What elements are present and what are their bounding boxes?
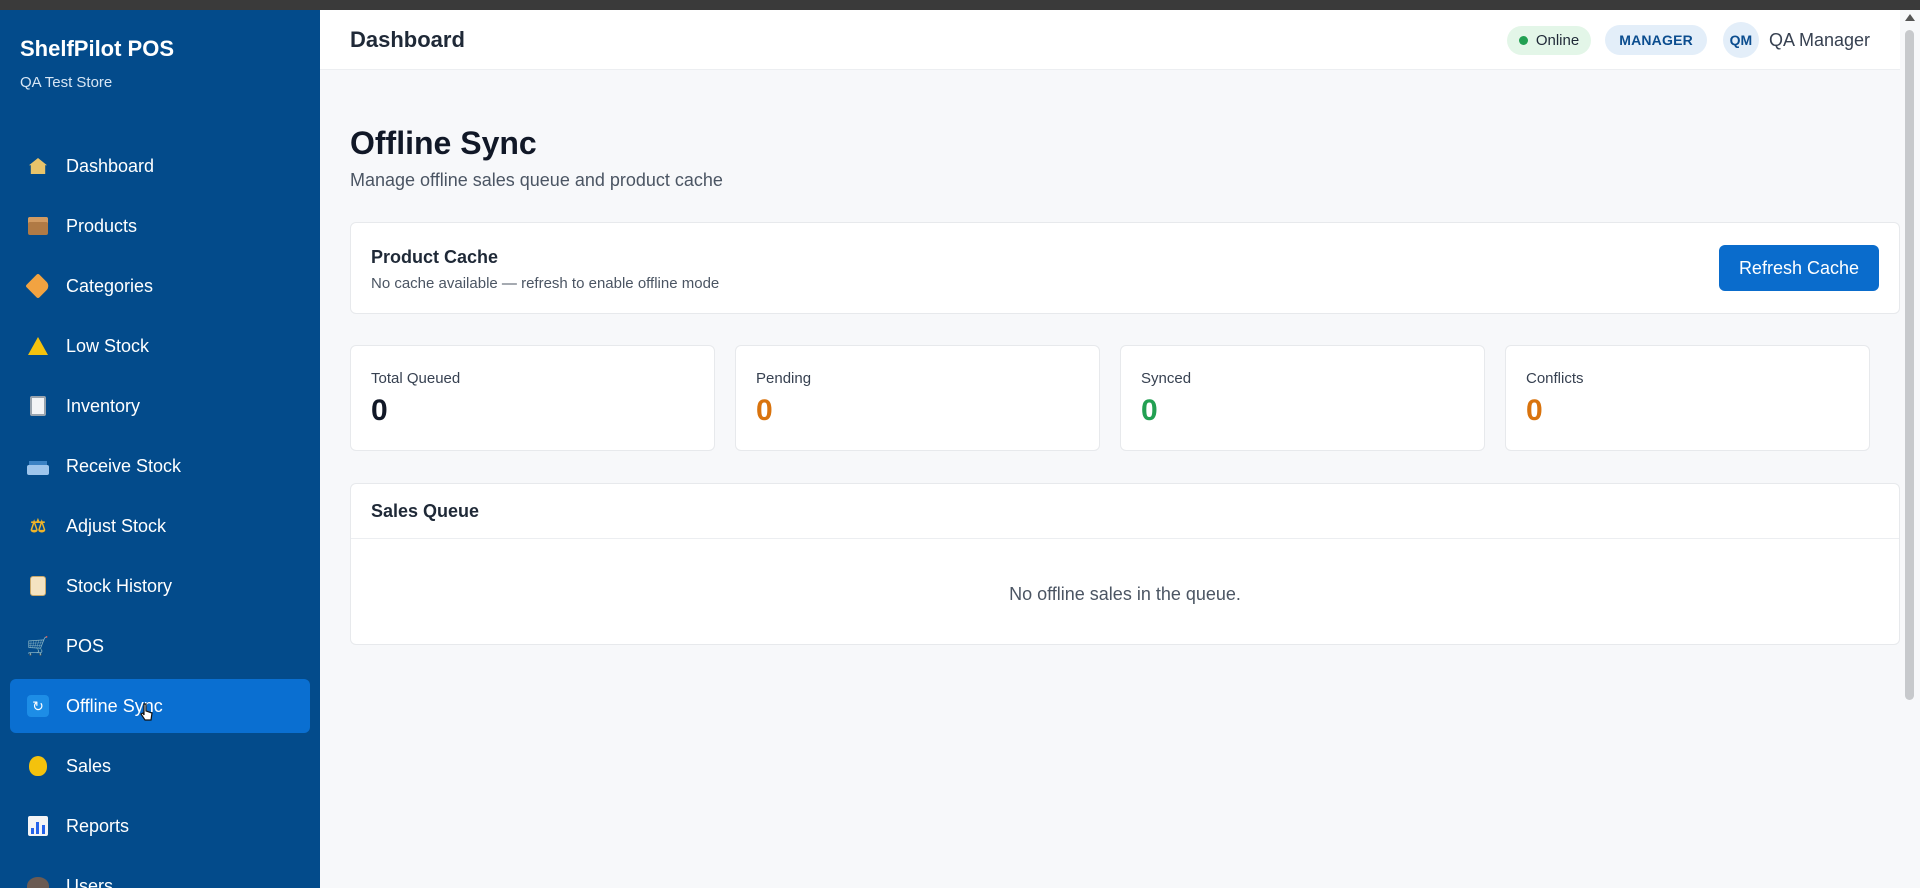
sidebar-item-users[interactable]: Users [10,859,310,888]
cart-icon: 🛒 [26,635,50,656]
sidebar-item-label: Low Stock [66,335,150,356]
sidebar-item-offline-sync[interactable]: ↻ Offline Sync [10,679,310,733]
sidebar-item-products[interactable]: Products [10,199,310,253]
bar-chart-icon [26,814,50,838]
sidebar-item-label: Sales [66,755,112,776]
sidebar-item-label: Products [66,215,138,236]
role-badge: MANAGER [1605,25,1707,55]
header-right: Online MANAGER QM QA Manager [1506,10,1870,70]
page-title: Offline Sync [350,125,537,161]
sidebar-item-label: Adjust Stock [66,515,167,536]
queue-title: Sales Queue [371,501,480,521]
app-name: ShelfPilot POS [20,36,175,61]
sidebar-item-pos[interactable]: 🛒 POS [10,619,310,673]
box-icon [26,214,50,238]
sidebar: ShelfPilot POS QA Test Store Dashboard P… [0,10,320,888]
scroll-up-arrow-icon[interactable] [1905,14,1915,21]
stat-label: Synced [1141,370,1192,387]
sidebar-item-stock-history[interactable]: Stock History [10,559,310,613]
clipboard-icon [26,394,50,418]
tag-icon [25,273,51,299]
stat-card-conflicts: Conflicts 0 [1505,345,1870,451]
sidebar-item-inventory[interactable]: Inventory [10,379,310,433]
sidebar-item-reports[interactable]: Reports [10,799,310,853]
stat-card-total-queued: Total Queued 0 [350,345,715,451]
sidebar-item-label: Inventory [66,395,141,416]
sidebar-item-categories[interactable]: Categories [10,259,310,313]
stat-value: 0 [371,394,388,427]
stat-card-pending: Pending 0 [735,345,1100,451]
refresh-cache-button[interactable]: Refresh Cache [1718,245,1879,291]
mouse-cursor-icon [140,703,153,721]
house-icon [26,154,50,178]
sidebar-item-label: Receive Stock [66,455,182,476]
cache-status: No cache available — refresh to enable o… [371,275,720,292]
stat-label: Conflicts [1526,370,1584,387]
store-name: QA Test Store [20,74,113,91]
stat-card-synced: Synced 0 [1120,345,1485,451]
top-header: Dashboard Online MANAGER QM QA Manager [320,10,1900,70]
sidebar-item-dashboard[interactable]: Dashboard [10,139,310,193]
sidebar-item-label: Dashboard [66,155,155,176]
brand: ShelfPilot POS QA Test Store [20,36,174,91]
online-dot-icon [1518,35,1528,45]
stat-label: Pending [756,370,812,387]
sidebar-nav: Dashboard Products Categories Low Stock … [10,139,310,888]
avatar[interactable]: QM [1722,22,1759,58]
sidebar-item-label: POS [66,635,105,656]
stat-label: Total Queued [371,370,461,387]
sidebar-item-label: Categories [66,275,154,296]
divider [351,538,1899,539]
scroll-icon [26,574,50,598]
product-cache-card: Product Cache No cache available — refre… [350,222,1900,314]
status-text: Online [1535,31,1580,49]
warning-icon [26,334,50,358]
stat-value: 0 [756,394,773,427]
sidebar-item-sales[interactable]: Sales [10,739,310,793]
user-name[interactable]: QA Manager [1769,30,1870,51]
stat-value: 0 [1141,394,1158,427]
sidebar-item-receive-stock[interactable]: Receive Stock [10,439,310,493]
sidebar-item-label: Stock History [66,575,173,596]
sidebar-item-adjust-stock[interactable]: ⚖ Adjust Stock [10,499,310,553]
status-badge: Online [1506,25,1592,55]
sidebar-item-label: Users [66,875,114,888]
stat-value: 0 [1526,394,1543,427]
browser-top-strip [0,0,1920,10]
scrollbar-thumb[interactable] [1905,30,1914,700]
cache-title: Product Cache [371,247,499,267]
sync-icon: ↻ [26,694,50,718]
sidebar-item-label: Reports [66,815,130,836]
queue-empty-message: No offline sales in the queue. [1009,584,1241,604]
users-icon [26,874,50,888]
inbox-tray-icon [26,454,50,478]
money-bag-icon [26,754,50,778]
page-subtitle: Manage offline sales queue and product c… [350,170,723,190]
header-title: Dashboard [350,27,465,52]
sidebar-item-low-stock[interactable]: Low Stock [10,319,310,373]
sales-queue-card: Sales Queue No offline sales in the queu… [350,483,1900,645]
balance-scale-icon: ⚖ [29,515,47,536]
